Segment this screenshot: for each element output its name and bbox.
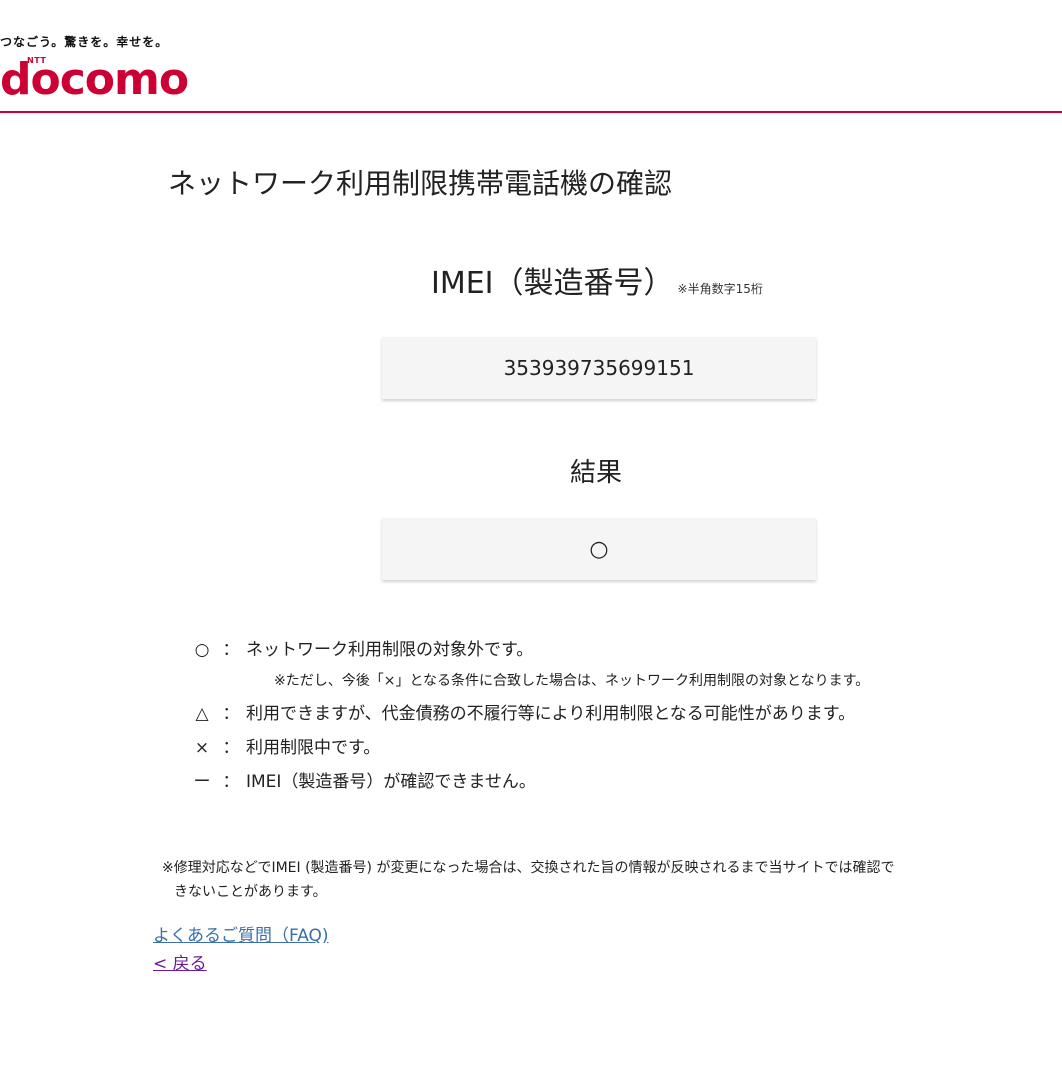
footnote-line-1: ※修理対応などでIMEI (製造番号) が変更になった場合は、交換された旨の情報… <box>162 860 895 876</box>
legend-item: ー ： IMEI（製造番号）が確認できません。 <box>188 768 1028 802</box>
imei-value: 353939735699151 <box>503 356 695 380</box>
result-heading: 結果 <box>570 458 623 488</box>
imei-value-box: 353939735699151 <box>382 337 816 399</box>
legend-text: 利用できますが、代金債務の不履行等により利用制限となる可能性があります。 <box>246 704 856 724</box>
legend-symbol: × <box>194 738 210 758</box>
header-divider <box>0 111 1062 113</box>
footnote-line-2: きないことがあります。 <box>174 884 327 900</box>
imei-label: IMEI（製造番号） <box>431 266 674 301</box>
legend-item: △ ： 利用できますが、代金債務の不履行等により利用制限となる可能性があります。 <box>188 700 1028 734</box>
legend-symbol: ○ <box>194 640 210 660</box>
legend-colon: ： <box>222 704 240 724</box>
legend-symbol: ー <box>193 772 211 792</box>
status-legend: ○ ： ネットワーク利用制限の対象外です。 ※ただし、今後「×」となる条件に合致した… <box>188 636 1028 802</box>
brand-tagline: つなごう。驚きを。幸せを。 <box>0 35 169 49</box>
legend-text: 利用制限中です。 <box>246 738 381 758</box>
legend-colon: ： <box>222 738 240 758</box>
imei-heading: IMEI（製造番号） ※半角数字15桁 <box>431 258 763 302</box>
page: つなごう。驚きを。幸せを。 NTT docomo ネットワーク利用制限携帯電話機… <box>0 0 1062 1080</box>
legend-colon: ： <box>222 640 240 660</box>
imei-change-footnote: ※修理対応などでIMEI (製造番号) が変更になった場合は、交換された旨の情報… <box>162 856 1032 904</box>
result-value: ○ <box>589 536 609 562</box>
result-value-box: ○ <box>382 518 816 580</box>
docomo-logo[interactable]: docomo <box>0 58 189 102</box>
legend-text: ネットワーク利用制限の対象外です。 <box>246 640 534 660</box>
legend-symbol: △ <box>195 704 209 724</box>
legend-item: ○ ： ネットワーク利用制限の対象外です。 <box>188 636 1028 670</box>
back-link[interactable]: < 戻る <box>153 949 207 974</box>
faq-link[interactable]: よくあるご質問（FAQ) <box>153 921 329 946</box>
legend-subnote: ※ただし、今後「×」となる条件に合致した場合は、ネットワーク利用制限の対象となり… <box>274 673 870 689</box>
legend-colon: ： <box>222 772 240 792</box>
site-header: つなごう。驚きを。幸せを。 NTT docomo <box>0 0 1062 113</box>
page-title: ネットワーク利用制限携帯電話機の確認 <box>168 167 673 200</box>
legend-item: × ： 利用制限中です。 <box>188 734 1028 768</box>
legend-text: IMEI（製造番号）が確認できません。 <box>246 772 536 792</box>
imei-format-note: ※半角数字15桁 <box>677 282 763 296</box>
